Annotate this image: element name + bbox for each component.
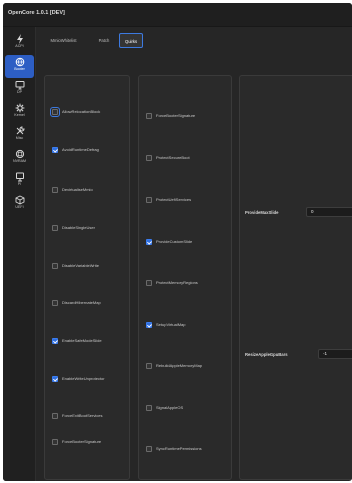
sidebar-item-label: UEFI (15, 205, 24, 209)
tab-bar: MmioWhitelist Patch Quirks (40, 31, 352, 51)
sidebar-item-label: Misc (15, 136, 24, 140)
tools-icon (16, 126, 25, 135)
checkbox[interactable] (146, 322, 152, 328)
quirk-label: DevirtualiseMmio (62, 187, 93, 192)
quirk-label: DiscardHibernateMap (62, 300, 101, 305)
monitor-icon (15, 81, 24, 90)
quirk-label: SyncRuntimePermissions (156, 446, 202, 451)
quirks-column-1: AllowRelocationBlock AvoidRuntimeDefrag … (44, 75, 130, 480)
sidebar-item-kernel[interactable]: Kernel (5, 101, 34, 124)
quirk-label: DisableSingleUser (62, 225, 95, 230)
checkbox[interactable] (50, 107, 60, 117)
checkbox[interactable] (52, 338, 58, 344)
checkbox[interactable] (52, 300, 58, 306)
display-icon (15, 172, 24, 182)
sidebar-item-label: ACPI (15, 44, 24, 48)
checkbox[interactable] (146, 280, 152, 286)
checkbox[interactable] (146, 405, 152, 411)
quirk-label: ProtectUefiServices (156, 197, 192, 202)
quirk-label: ForceBooterSignature (156, 113, 196, 118)
sidebar-item-label: DP (17, 90, 22, 94)
quirk-label: RebuildAppleMemoryMap (156, 363, 203, 368)
sidebar-item-booter[interactable]: Booter (5, 55, 34, 78)
sidebar-item-acpi[interactable]: ACPI (5, 32, 34, 55)
globe-icon (15, 57, 24, 67)
quirk-label: DisableVariableWrite (62, 263, 99, 268)
sidebar-item-label: Kernel (14, 113, 25, 117)
resize-apple-gpu-bars-label: ResizeAppleGpuBars (245, 352, 288, 357)
quirk-label: EnableWriteUnprotector (62, 376, 105, 381)
app-window: OpenCore 1.0.1 [DEV] ACPI Booter DP Kern… (3, 3, 352, 481)
title-bar: OpenCore 1.0.1 [DEV] (3, 3, 352, 27)
provide-max-slide-label: ProvideMaxSlide (245, 210, 279, 215)
sidebar: ACPI Booter DP Kernel Misc NVRAM PI UEFI (3, 27, 36, 481)
window-title: OpenCore 1.0.1 [DEV] (8, 10, 65, 16)
checkbox[interactable] (52, 376, 58, 382)
quirk-label: AllowRelocationBlock (62, 109, 101, 114)
chip-icon (15, 149, 24, 159)
quirk-label: ForceBooterSignature (62, 439, 102, 444)
checkbox[interactable] (146, 363, 152, 369)
quirks-column-2: ForceBooterSignature ProtectSecureBoot P… (138, 75, 232, 480)
resize-apple-gpu-bars-input[interactable]: -1 (318, 349, 352, 359)
checkbox[interactable] (146, 155, 152, 161)
quirks-values-panel: ProvideMaxSlide 0 ResizeAppleGpuBars -1 (239, 75, 352, 480)
sidebar-item-pi[interactable]: PI (5, 170, 34, 193)
quirk-label: SetupVirtualMap (156, 322, 186, 327)
quirk-label: ProvideCustomSlide (156, 239, 193, 244)
checkbox[interactable] (52, 147, 58, 153)
checkbox[interactable] (52, 187, 58, 193)
quirk-label: ProtectSecureBoot (156, 155, 190, 160)
sidebar-item-label: NVRAM (13, 159, 26, 163)
cube-icon (15, 195, 24, 205)
provide-max-slide-input[interactable]: 0 (306, 207, 352, 217)
sidebar-item-label: PI (17, 182, 22, 186)
sidebar-item-dp[interactable]: DP (5, 78, 34, 101)
quirk-label: ForceExitBootServices (62, 413, 103, 418)
checkbox[interactable] (52, 263, 58, 269)
checkbox[interactable] (52, 413, 58, 419)
tab-patch[interactable]: Patch (94, 33, 114, 48)
quirk-label: AvoidRuntimeDefrag (62, 147, 99, 152)
sidebar-item-misc[interactable]: Misc (5, 124, 34, 147)
checkbox[interactable] (52, 225, 58, 231)
gear-icon (15, 103, 24, 113)
checkbox[interactable] (146, 113, 152, 119)
sidebar-item-uefi[interactable]: UEFI (5, 193, 34, 216)
sidebar-item-label: Booter (14, 67, 25, 71)
bolt-icon (16, 34, 23, 44)
tab-mmiowhitelist[interactable]: MmioWhitelist (46, 33, 81, 48)
quirk-label: ProtectMemoryRegions (156, 280, 198, 285)
checkbox[interactable] (146, 197, 152, 203)
quirk-label: EnableSafeModeSlide (62, 338, 102, 343)
checkbox[interactable] (146, 239, 152, 245)
checkbox[interactable] (146, 446, 152, 452)
sidebar-item-nvram[interactable]: NVRAM (5, 147, 34, 170)
tab-quirks[interactable]: Quirks (119, 33, 143, 48)
quirk-label: SignalAppleOS (156, 405, 184, 410)
checkbox[interactable] (52, 439, 58, 445)
